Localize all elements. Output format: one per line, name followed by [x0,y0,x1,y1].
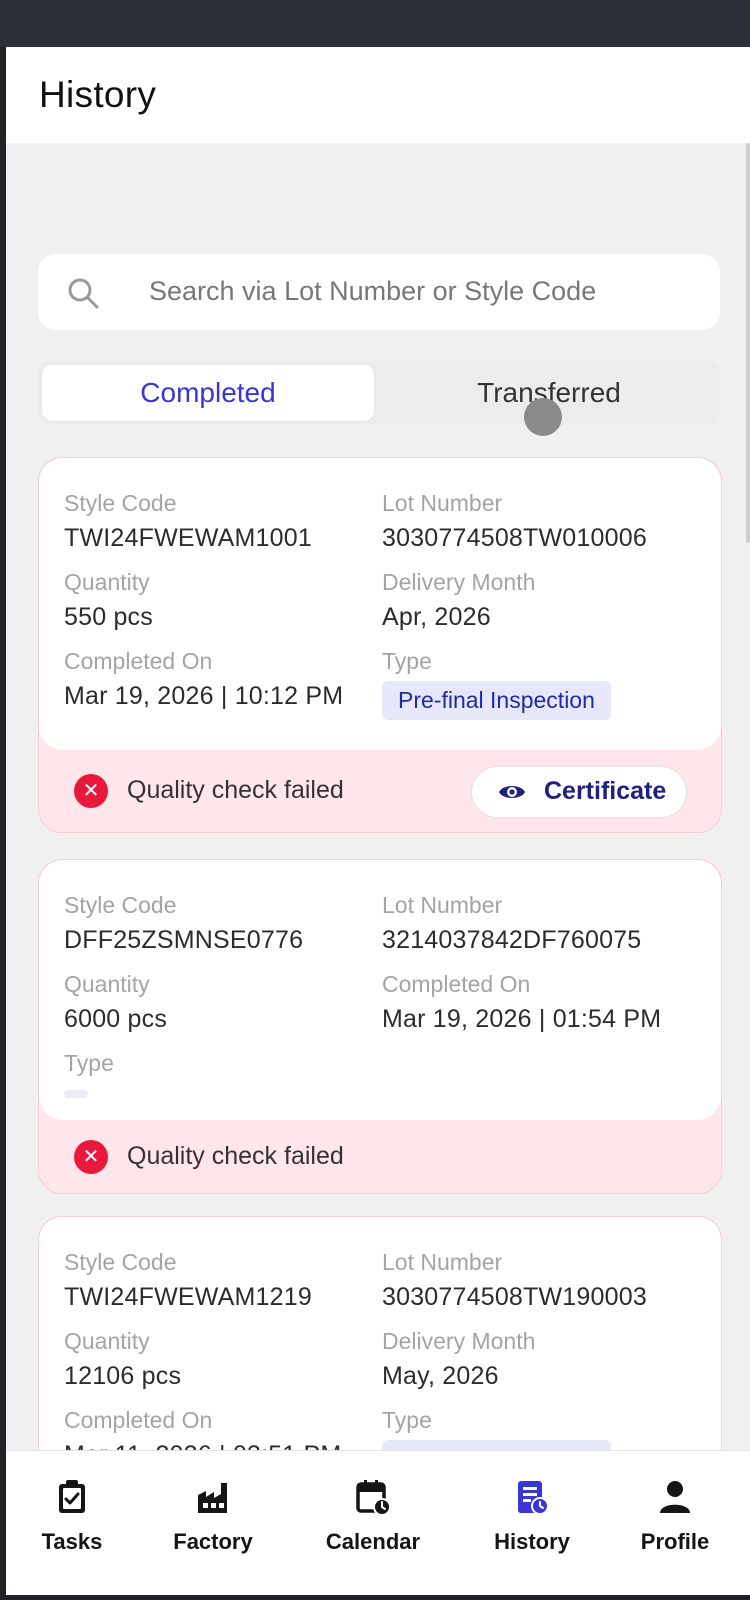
type-label: Type [382,648,432,674]
touch-indicator [524,398,562,436]
nav-item-history[interactable]: History [472,1479,592,1555]
completed-on-value: Mar 19, 2026 | 10:12 PM [64,682,344,710]
lot-number-value: 3214037842DF760075 [382,926,642,954]
completed-on-label: Completed On [64,1407,213,1433]
quantity-field: Quantity 6000 pcs [64,969,167,1036]
nav-label-tasks: Tasks [41,1529,103,1554]
clipboard-check-icon [59,1480,85,1513]
delivery-month-field: Delivery Month Apr, 2026 [382,567,535,634]
type-label: Type [382,1407,432,1433]
nav-label-history: History [494,1529,570,1554]
lot-number-label: Lot Number [382,892,503,918]
style-code-label: Style Code [64,490,177,516]
history-icon [518,1481,549,1515]
nav-label-profile: Profile [640,1529,710,1554]
type-badge-empty [64,1090,88,1098]
style-code-field: Style Code DFF25ZSMNSE0776 [64,890,303,957]
delivery-month-value: Apr, 2026 [382,603,491,631]
tab-completed[interactable]: Completed [42,365,374,421]
delivery-month-label: Delivery Month [382,1328,536,1354]
card-status-footer: ✕ Quality check failed Certificate [39,750,721,832]
certificate-button[interactable]: Certificate [471,766,687,818]
style-code-value: DFF25ZSMNSE0776 [64,926,304,954]
quantity-label: Quantity [64,569,150,595]
style-code-field: Style Code TWI24FWEWAM1001 [64,488,312,555]
app-screen: History Search via Lot Number or Style C… [6,47,750,1595]
search-icon [68,278,99,309]
nav-item-profile[interactable]: Profile [615,1479,735,1555]
card-details: Style Code DFF25ZSMNSE0776 Lot Number 32… [39,860,721,1120]
completed-on-value: Mar 19, 2026 | 01:54 PM [382,1005,662,1033]
completed-on-field: Completed On Mar 19, 2026 | 10:12 PM [64,646,343,713]
delivery-month-field: Delivery Month May, 2026 [382,1326,535,1393]
delivery-month-label: Delivery Month [382,569,536,595]
device-bottom-edge [0,1595,750,1600]
app-header: History [6,47,750,143]
lot-number-value: 3030774508TW010006 [382,524,647,552]
type-label: Type [64,1050,114,1076]
nav-item-calendar[interactable]: Calendar [313,1479,433,1555]
error-icon: ✕ [74,774,108,808]
nav-label-calendar: Calendar [325,1529,421,1554]
completed-on-label: Completed On [382,971,531,997]
style-code-label: Style Code [64,1249,177,1275]
page-title: History [39,74,157,115]
quantity-field: Quantity 12106 pcs [64,1326,181,1393]
lot-number-value: 3030774508TW190003 [382,1283,647,1311]
history-tabs: Completed Transferred [38,361,720,425]
device-top-bar [0,0,750,48]
quantity-label: Quantity [64,1328,150,1354]
style-code-value: TWI24FWEWAM1001 [64,524,312,552]
quantity-label: Quantity [64,971,150,997]
scrollbar[interactable] [746,143,750,543]
completed-on-field: Completed On Mar 19, 2026 | 01:54 PM [382,969,661,1036]
delivery-month-value: May, 2026 [382,1362,499,1390]
factory-icon [198,1483,227,1513]
style-code-field: Style Code TWI24FWEWAM1219 [64,1247,312,1314]
bottom-navigation: Tasks Factory Calendar History Profile [6,1450,750,1595]
history-card[interactable]: Style Code TWI24FWEWAM1001 Lot Number 30… [38,457,722,833]
card-details: Style Code TWI24FWEWAM1001 Lot Number 30… [39,458,721,750]
person-icon [660,1481,690,1513]
lot-number-label: Lot Number [382,1249,503,1275]
type-field: Type Pre-final Inspection [382,646,611,720]
type-badge: Pre-final Inspection [382,681,611,720]
quantity-field: Quantity 550 pcs [64,567,153,634]
search-input[interactable]: Search via Lot Number or Style Code [149,276,596,307]
lot-number-field: Lot Number 3030774508TW010006 [382,488,647,555]
certificate-label: Certificate [544,777,667,805]
search-bar[interactable]: Search via Lot Number or Style Code [38,254,720,330]
type-field: Type [64,1048,114,1103]
calendar-clock-icon [356,1480,390,1515]
status-text: Quality check failed [127,1142,344,1170]
history-card[interactable]: Style Code DFF25ZSMNSE0776 Lot Number 32… [38,859,722,1194]
eye-icon [499,786,525,798]
card-status-footer: ✕ Quality check failed [39,1120,721,1193]
error-icon: ✕ [74,1140,108,1174]
status-text: Quality check failed [127,776,344,804]
quantity-value: 6000 pcs [64,1005,168,1033]
nav-label-factory: Factory [173,1529,253,1554]
completed-on-label: Completed On [64,648,213,674]
nav-item-tasks[interactable]: Tasks [12,1479,132,1555]
history-scroll-area[interactable]: Search via Lot Number or Style Code Comp… [6,143,750,1498]
style-code-value: TWI24FWEWAM1219 [64,1283,312,1311]
lot-number-label: Lot Number [382,490,503,516]
quantity-value: 550 pcs [64,603,153,631]
style-code-label: Style Code [64,892,177,918]
quantity-value: 12106 pcs [64,1362,182,1390]
lot-number-field: Lot Number 3030774508TW190003 [382,1247,647,1314]
lot-number-field: Lot Number 3214037842DF760075 [382,890,641,957]
nav-item-factory[interactable]: Factory [153,1479,273,1555]
